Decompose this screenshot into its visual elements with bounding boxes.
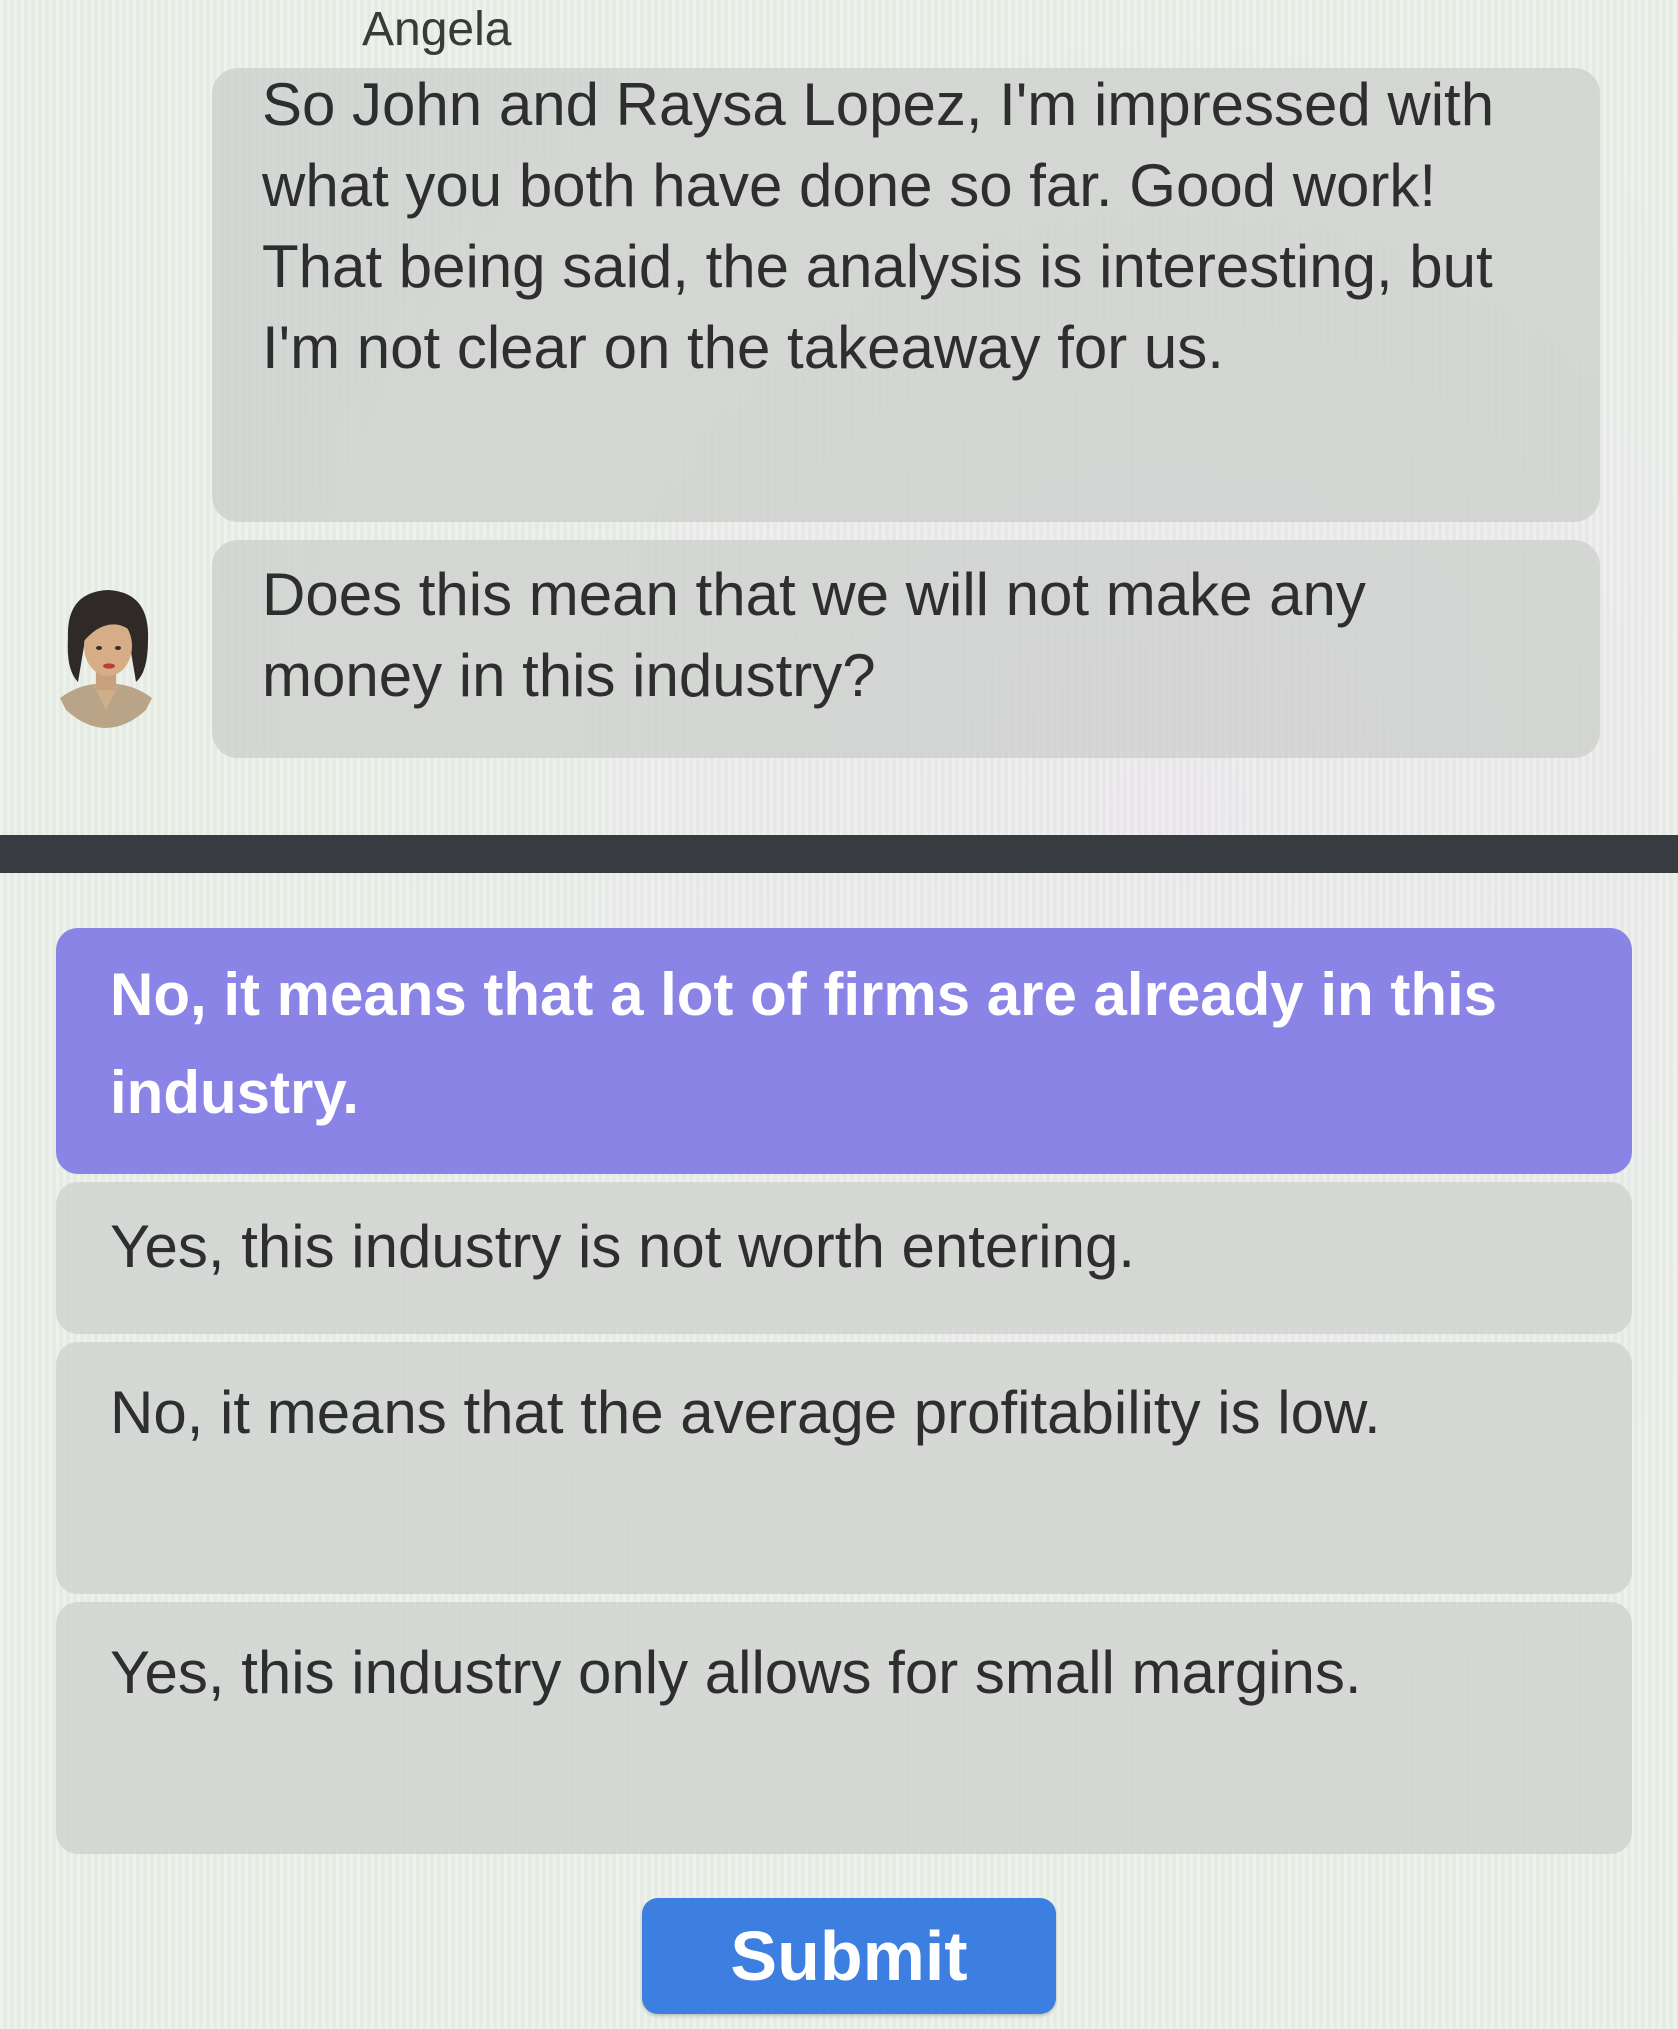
answer-option[interactable]: No, it means that the average profitabil… [56,1342,1632,1594]
answer-option[interactable]: Yes, this industry only allows for small… [56,1602,1632,1854]
answer-options-list: No, it means that a lot of firms are alr… [56,928,1632,1862]
chat-message-text: Does this mean that we will not make any… [262,561,1366,709]
answer-option-selected[interactable]: No, it means that a lot of firms are alr… [56,928,1632,1174]
speaker-name: Angela [362,3,512,56]
answer-option[interactable]: Yes, this industry is not worth entering… [56,1182,1632,1334]
chat-message-bubble: Does this mean that we will not make any… [212,540,1600,758]
divider-bar [0,835,1678,873]
chat-message-bubble: So John and Raysa Lopez, I'm impressed w… [212,68,1600,522]
woman-avatar-icon [60,590,152,728]
chat-message-text: So John and Raysa Lopez, I'm impressed w… [262,71,1495,381]
submit-button[interactable]: Submit [642,1898,1056,2014]
